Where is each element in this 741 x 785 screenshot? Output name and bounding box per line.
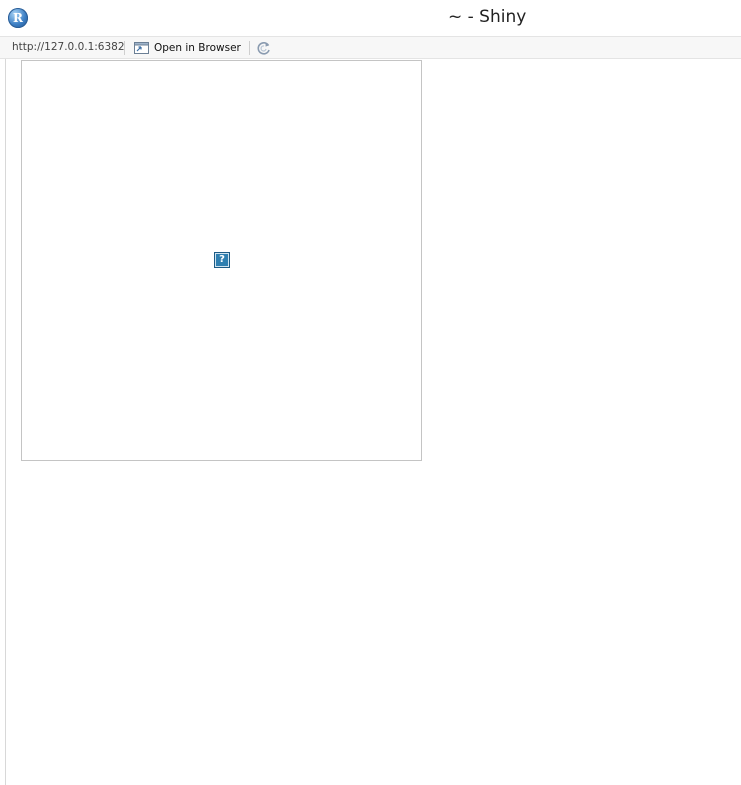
r-logo-letter: R: [13, 11, 23, 25]
browser-window-icon: [134, 42, 149, 54]
open-in-browser-button[interactable]: Open in Browser: [131, 39, 244, 57]
plot-output-frame: ?: [21, 60, 422, 461]
open-in-browser-label: Open in Browser: [154, 42, 241, 54]
window-title: ~ - Shiny: [448, 7, 527, 27]
toolbar-separator: [124, 41, 125, 55]
shiny-app-content: ?: [6, 59, 741, 785]
toolbar-separator: [249, 41, 250, 55]
url-display[interactable]: http://127.0.0.1:6382: [12, 41, 125, 53]
r-logo-icon: R: [8, 8, 28, 28]
broken-image-icon: ?: [214, 252, 230, 268]
title-bar: R ~ - Shiny: [0, 0, 741, 36]
viewer-toolbar: http://127.0.0.1:6382 Open in Browser: [0, 36, 741, 59]
shiny-viewer-window: R ~ - Shiny http://127.0.0.1:6382 Open i…: [0, 0, 741, 785]
refresh-icon[interactable]: [255, 40, 273, 56]
